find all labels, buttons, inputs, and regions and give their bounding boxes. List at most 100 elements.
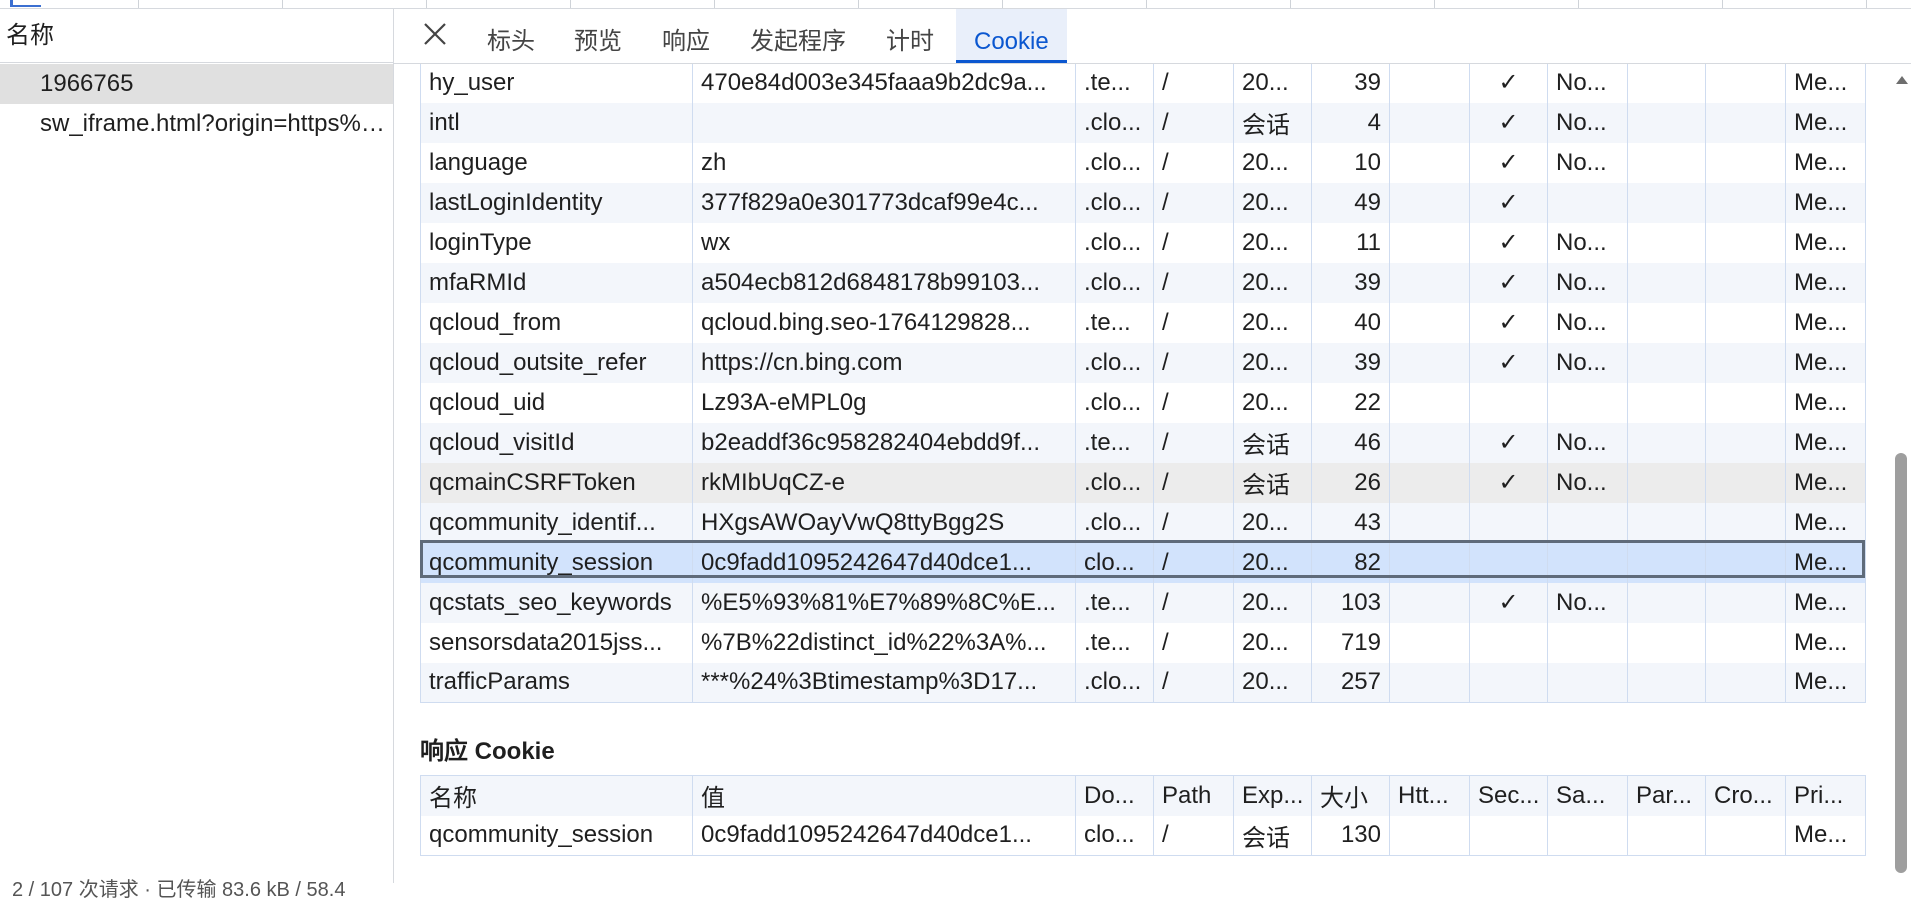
cookie-priority-cell: Me... [1785,542,1866,583]
cookie-row[interactable]: qcstats_seo_keywords %E5%93%81%E7%89%8C%E… [420,582,1866,623]
cookie-path-cell: / [1153,142,1234,183]
tab-timing[interactable]: 计时 [886,9,934,63]
cookie-samesite-cell: No... [1547,222,1628,263]
cookie-row[interactable]: loginType wx .clo.../20... 11 ✓ No... Me... [420,222,1866,263]
cookie-priority-cell: Me... [1785,64,1866,103]
cookie-value-cell: zh [692,142,1076,183]
cookie-httponly-cell [1389,262,1470,303]
cookie-size-cell: 130 [1311,815,1390,856]
cookie-crosssite-cell [1705,182,1786,223]
cookie-name-cell: qcommunity_identif... [420,502,693,543]
cookie-path-cell: / [1153,462,1234,503]
timeline-overview-strip [0,0,1911,9]
scroll-up-arrow-icon[interactable] [1896,76,1908,84]
cookie-value-cell: wx [692,222,1076,263]
cookie-row[interactable]: lastLoginIdentity 377f829a0e301773dcaf99e… [420,182,1866,223]
cookie-row[interactable]: language zh .clo.../20... 10 ✓ No... Me... [420,142,1866,183]
column-header-secure[interactable]: Sec... [1469,775,1548,816]
cookie-secure-cell: ✓ [1469,422,1548,463]
cookie-row[interactable]: sensorsdata2015jss... %7B%22distinct_id%2… [420,622,1866,663]
cookie-samesite-cell: No... [1547,142,1628,183]
column-header-expires[interactable]: Exp... [1233,775,1312,816]
cookie-crosssite-cell [1705,262,1786,303]
cookie-partition-cell [1627,182,1706,223]
cookie-row[interactable]: mfaRMId a504ecb812d6848178b99103... .clo..… [420,262,1866,303]
close-icon[interactable] [420,19,450,49]
timeline-divider [1866,0,1867,8]
vertical-scrollbar[interactable] [1891,64,1911,883]
cookie-priority-cell: Me... [1785,102,1866,143]
response-cookies-title: 响应 Cookie [420,738,555,765]
cookie-size-cell: 46 [1311,422,1390,463]
cookie-domain-cell: .clo... [1075,102,1154,143]
column-header-value[interactable]: 值 [692,775,1076,816]
cookie-crosssite-cell [1705,422,1786,463]
cookie-row[interactable]: intl .clo... / 会话 4 ✓ No... Me... [420,102,1866,143]
tab-initiator[interactable]: 发起程序 [750,9,846,63]
detail-tab-bar: 标头 预览 响应 发起程序 计时 Cookie [394,9,1911,64]
cookie-expires-cell: 20... [1233,182,1312,223]
cookie-expires-cell: 会话 [1233,815,1312,856]
request-item[interactable]: sw_iframe.html?origin=https%3A%2F%2Fclou… [0,104,393,144]
column-header-domain[interactable]: Do... [1075,775,1154,816]
timeline-divider [138,0,139,8]
name-column-header[interactable]: 名称 [0,9,393,63]
cookie-row[interactable]: qcloud_visitId b2eaddf36c958282404ebdd9f.… [420,422,1866,463]
cookie-row[interactable]: qcloud_uid Lz93A-eMPL0g .clo.../20... 22 Me.… [420,382,1866,423]
timeline-divider [1146,0,1147,8]
scrollbar-thumb[interactable] [1895,453,1907,873]
tab-response[interactable]: 响应 [662,9,710,63]
cookie-row[interactable]: trafficParams ***%24%3Btimestamp%3D17....… [420,662,1866,703]
cookie-row[interactable]: qcloud_from qcloud.bing.seo-1764129828...… [420,302,1866,343]
cookie-row[interactable]: qcommunity_session 0c9fadd1095242647d40dc… [420,815,1866,856]
cookie-path-cell: / [1153,622,1234,663]
cookie-row[interactable]: qcmainCSRFToken rkMIbUqCZ-e .clo... / 会话 26 ✓ N… [420,462,1866,503]
column-header-name[interactable]: 名称 [420,775,693,816]
cookie-samesite-cell: No... [1547,302,1628,343]
cookie-priority-cell: Me... [1785,142,1866,183]
cookie-partition-cell [1627,64,1706,103]
column-header-priority[interactable]: Pri... [1785,775,1866,816]
request-cookies-table: hy_user 470e84d003e345faaa9b2dc9a... .te..… [420,64,1866,703]
tab-cookies[interactable]: Cookie [956,9,1067,63]
cookie-httponly-cell [1389,342,1470,383]
cookie-httponly-cell [1389,142,1470,183]
tab-headers[interactable]: 标头 [487,9,535,63]
cookie-row[interactable]: hy_user 470e84d003e345faaa9b2dc9a... .te..… [420,64,1866,103]
column-header-httponly[interactable]: Htt... [1389,775,1470,816]
cookie-priority-cell: Me... [1785,662,1866,703]
cookie-samesite-cell: No... [1547,102,1628,143]
column-header-partition[interactable]: Par... [1627,775,1706,816]
cookie-crosssite-cell [1705,102,1786,143]
tab-preview[interactable]: 预览 [574,9,622,63]
cookie-size-cell: 43 [1311,502,1390,543]
cookie-secure-cell: ✓ [1469,342,1548,383]
cookie-expires-cell: 20... [1233,542,1312,583]
column-header-path[interactable]: Path [1153,775,1234,816]
cookie-httponly-cell [1389,302,1470,343]
cookie-samesite-cell [1547,502,1628,543]
column-header-samesite[interactable]: Sa... [1547,775,1628,816]
column-header-crosssite[interactable]: Cro... [1705,775,1786,816]
cookie-partition-cell [1627,102,1706,143]
cookie-priority-cell: Me... [1785,382,1866,423]
cookie-size-cell: 11 [1311,222,1390,263]
cookie-expires-cell: 20... [1233,342,1312,383]
cookie-secure-cell: ✓ [1469,582,1548,623]
cookie-row[interactable]: qcloud_outsite_refer https://cn.bing.com.… [420,342,1866,383]
cookie-secure-cell: ✓ [1469,182,1548,223]
cookie-priority-cell: Me... [1785,182,1866,223]
column-header-size[interactable]: 大小 [1311,775,1390,816]
cookie-expires-cell: 20... [1233,622,1312,663]
request-item[interactable]: 1966765 [0,64,393,104]
cookie-secure-cell [1469,815,1548,856]
cookie-samesite-cell: No... [1547,462,1628,503]
cookie-size-cell: 40 [1311,302,1390,343]
cookie-row[interactable]: qcommunity_identif... HXgsAWOayVwQ8ttyBgg… [420,502,1866,543]
cookie-httponly-cell [1389,64,1470,103]
cookie-row[interactable]: qcommunity_session 0c9fadd1095242647d40dc… [420,542,1866,583]
cookie-samesite-cell: No... [1547,582,1628,623]
cookie-expires-cell: 会话 [1233,462,1312,503]
cookie-httponly-cell [1389,815,1470,856]
cookie-size-cell: 39 [1311,342,1390,383]
